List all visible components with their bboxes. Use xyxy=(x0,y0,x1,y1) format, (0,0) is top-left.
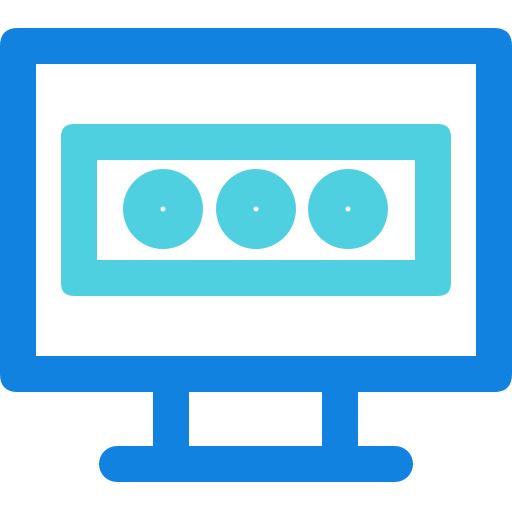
monitor-neck-right xyxy=(322,390,358,450)
password-dots xyxy=(123,169,388,249)
password-dot-center xyxy=(253,206,259,212)
monitor-password-icon xyxy=(0,0,512,512)
monitor-password-svg xyxy=(0,28,512,482)
monitor-neck-left xyxy=(153,390,189,450)
password-dot-center xyxy=(160,206,166,212)
password-dot-center xyxy=(345,206,351,212)
monitor-base xyxy=(99,446,413,482)
